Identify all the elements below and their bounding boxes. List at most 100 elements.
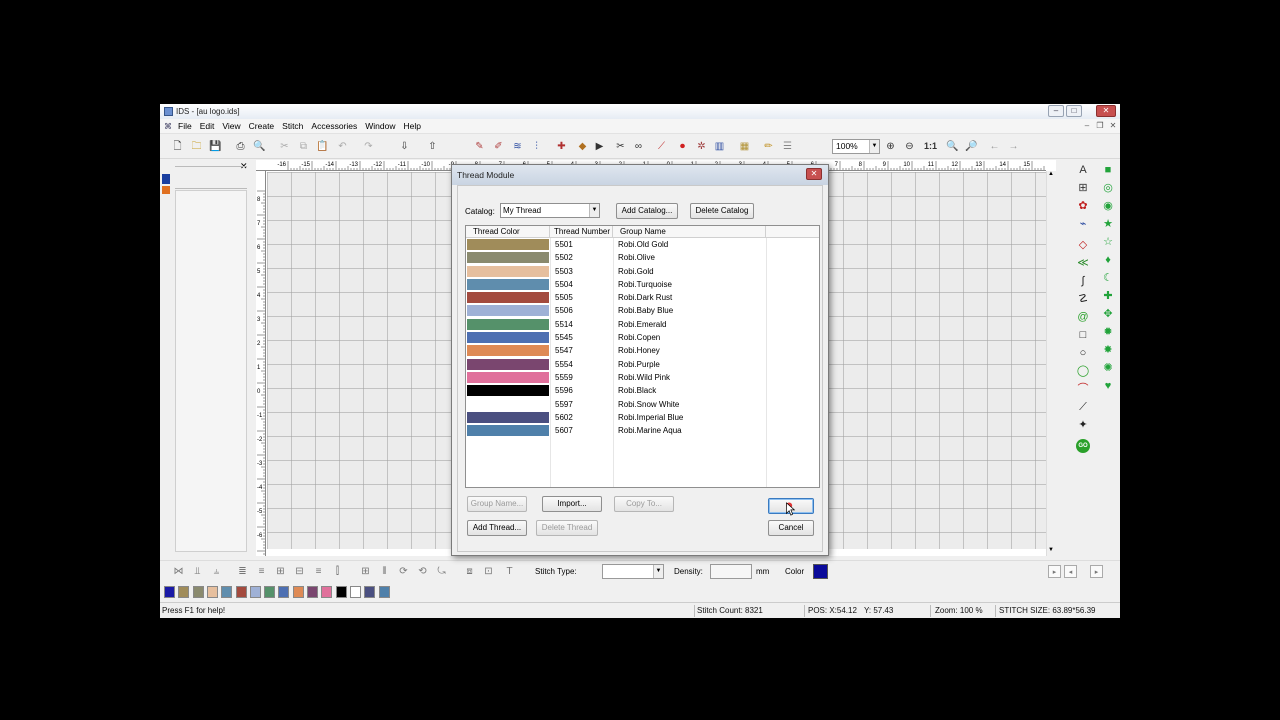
cut-icon[interactable]: ✂: [278, 140, 291, 153]
zoom-in-icon[interactable]: ⊕: [884, 140, 897, 153]
align-top-icon[interactable]: ≣: [236, 565, 249, 578]
text-format-icon[interactable]: T: [503, 565, 516, 578]
thread-row[interactable]: 5501 Robi.Old Gold: [466, 238, 819, 251]
mdi-restore-button[interactable]: ❐: [1095, 121, 1105, 131]
thread-row[interactable]: 5554 Robi.Purple: [466, 358, 819, 371]
menu-window[interactable]: Window: [361, 121, 399, 131]
minimize-button[interactable]: –: [1048, 105, 1064, 117]
add-catalog-button[interactable]: Add Catalog...: [616, 203, 678, 219]
green-heart-icon[interactable]: ♥: [1101, 379, 1115, 393]
copy-to-button[interactable]: Copy To...: [614, 496, 674, 512]
distribute-h-icon[interactable]: ⊟: [293, 565, 306, 578]
green-burst-icon[interactable]: ✸: [1101, 343, 1115, 357]
catalog-select[interactable]: My Thread ▼: [500, 203, 600, 218]
thread-row[interactable]: 5506 Robi.Baby Blue: [466, 304, 819, 317]
stitch-line-icon[interactable]: ⫶: [530, 140, 543, 153]
green-arrows-icon[interactable]: ✥: [1101, 307, 1115, 321]
palette-swatch[interactable]: [235, 586, 247, 598]
zoom-select[interactable]: 100% ▼: [832, 139, 880, 154]
flip-icon[interactable]: ⤿: [435, 565, 448, 578]
cancel-button[interactable]: Cancel: [768, 520, 814, 536]
green-cross-icon[interactable]: ✚: [1101, 289, 1115, 303]
scroll-right-end-icon[interactable]: ▸: [1090, 565, 1103, 578]
thread-row[interactable]: 5502 Robi.Olive: [466, 251, 819, 264]
wand-tool-icon[interactable]: ✦: [1076, 418, 1090, 432]
green-gem-icon[interactable]: ♦: [1101, 253, 1115, 267]
thread-row[interactable]: 5596 Robi.Black: [466, 384, 819, 397]
menu-file[interactable]: File: [174, 121, 196, 131]
palette-swatch[interactable]: [321, 586, 333, 598]
shape-tool-icon[interactable]: ◇: [1076, 238, 1090, 252]
delete-catalog-button[interactable]: Delete Catalog: [690, 203, 754, 219]
thread-row[interactable]: 5504 Robi.Turquoise: [466, 278, 819, 291]
color-tab-orange[interactable]: [162, 186, 170, 194]
save-icon[interactable]: 💾: [209, 140, 222, 153]
column-group-name[interactable]: Group Name: [613, 226, 766, 238]
thread-row[interactable]: 5607 Robi.Marine Aqua: [466, 424, 819, 437]
scroll-right-icon[interactable]: ▸: [1048, 565, 1061, 578]
mirror-icon[interactable]: ⟲: [416, 565, 429, 578]
text-tool-icon[interactable]: A: [1076, 163, 1090, 177]
close-button[interactable]: ✕: [1096, 105, 1116, 117]
print-icon[interactable]: ⎙: [234, 140, 247, 153]
green-spiral-icon[interactable]: ◉: [1101, 199, 1115, 213]
scroll-down-icon[interactable]: ▼: [1048, 547, 1054, 553]
trim-shape-icon[interactable]: ⊡: [482, 565, 495, 578]
maximize-button[interactable]: □: [1066, 105, 1082, 117]
menu-view[interactable]: View: [218, 121, 244, 131]
thread-row[interactable]: 5503 Robi.Gold: [466, 265, 819, 278]
align-left-icon[interactable]: ⋈: [172, 565, 185, 578]
align-middle-icon[interactable]: ≡: [255, 565, 268, 578]
pen-outline-icon[interactable]: ✎: [473, 140, 486, 153]
column-thread-color[interactable]: Thread Color: [466, 226, 550, 238]
grid-icon[interactable]: ▦: [738, 140, 751, 153]
gear-icon[interactable]: ✲: [695, 140, 708, 153]
go-icon[interactable]: GO: [1076, 439, 1090, 453]
palette-swatch[interactable]: [364, 586, 376, 598]
brush-tool-icon[interactable]: ⌁: [1076, 217, 1090, 231]
same-size-icon[interactable]: ⫿: [331, 565, 344, 578]
pen-fill-icon[interactable]: ✐: [492, 140, 505, 153]
new-file-icon[interactable]: 🗋: [171, 140, 184, 153]
zoom-window-icon[interactable]: 🔍: [946, 140, 959, 153]
thread-row[interactable]: 5505 Robi.Dark Rust: [466, 291, 819, 304]
curve-tool-icon[interactable]: ∫: [1076, 274, 1090, 288]
trim-icon[interactable]: ✂: [614, 140, 627, 153]
satin-tool-icon[interactable]: ≪: [1076, 256, 1090, 270]
add-thread-button[interactable]: Add Thread...: [467, 520, 527, 536]
thread-row[interactable]: 5545 Robi.Copen: [466, 331, 819, 344]
palette-swatch[interactable]: [221, 586, 233, 598]
distribute-v-icon[interactable]: ≡: [312, 565, 325, 578]
rectangle-tool-icon[interactable]: □: [1076, 328, 1090, 342]
palette-swatch[interactable]: [264, 586, 276, 598]
needle-icon[interactable]: ⟋: [655, 140, 668, 153]
spiral-tool-icon[interactable]: @: [1076, 310, 1090, 324]
palette-swatch[interactable]: [278, 586, 290, 598]
back-arrow-icon[interactable]: ←: [988, 140, 1001, 153]
thread-row[interactable]: 5547 Robi.Honey: [466, 344, 819, 357]
current-color-swatch[interactable]: [813, 564, 828, 579]
thread-row[interactable]: 5602 Robi.Imperial Blue: [466, 411, 819, 424]
scroll-left-icon[interactable]: ◂: [1064, 565, 1077, 578]
import-icon[interactable]: ⇩: [398, 140, 411, 153]
palette-swatch[interactable]: [206, 586, 218, 598]
thread-row[interactable]: 5597 Robi.Snow White: [466, 398, 819, 411]
undo-icon[interactable]: ↶: [336, 140, 349, 153]
palette-swatch[interactable]: [378, 586, 390, 598]
align-bottom-icon[interactable]: ⊞: [274, 565, 287, 578]
object-list[interactable]: [175, 190, 247, 552]
zoom-out-icon[interactable]: ⊖: [903, 140, 916, 153]
line-tool-icon[interactable]: ⟋: [1076, 400, 1090, 414]
glasses-icon[interactable]: ∞: [632, 140, 645, 153]
align-center-icon[interactable]: ⫫: [191, 565, 204, 578]
mdi-minimize-button[interactable]: –: [1082, 121, 1092, 131]
book-icon[interactable]: ▥: [713, 140, 726, 153]
palette-swatch[interactable]: [249, 586, 261, 598]
green-moon-icon[interactable]: ☾: [1101, 271, 1115, 285]
stitch-wave-icon[interactable]: ≋: [511, 140, 524, 153]
palette-swatch[interactable]: [335, 586, 347, 598]
palette-swatch[interactable]: [164, 586, 175, 598]
green-rect-icon[interactable]: ■: [1101, 163, 1115, 177]
palette-swatch[interactable]: [192, 586, 204, 598]
weld-icon[interactable]: ⧈: [463, 565, 476, 578]
